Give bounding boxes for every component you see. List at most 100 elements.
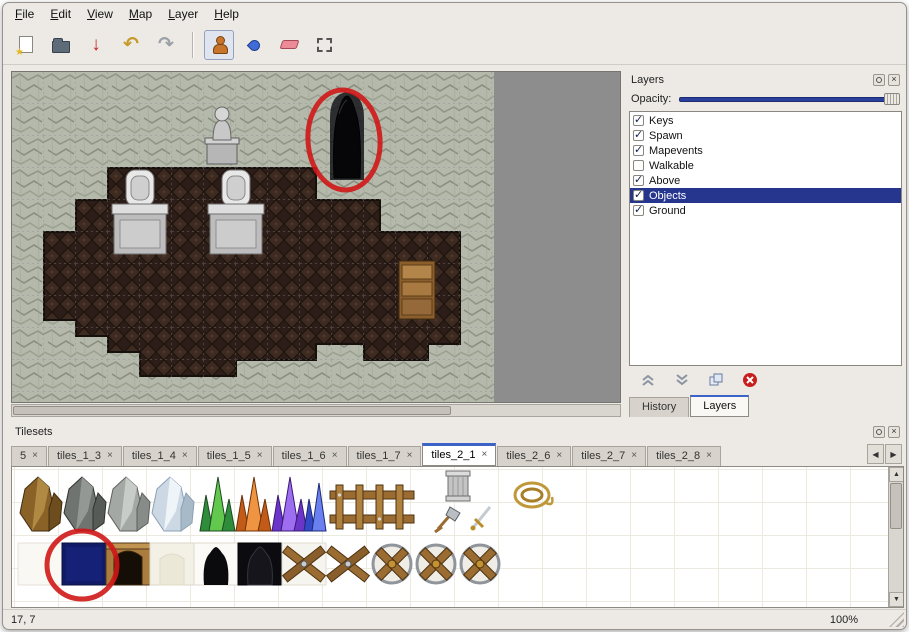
tile-shovel[interactable]	[435, 507, 460, 532]
scroll-tabs-right-button[interactable]: ▶	[885, 444, 902, 464]
move-layer-up-button[interactable]	[637, 371, 659, 389]
chevron-down-icon	[674, 373, 690, 387]
zoom-level: 100%	[830, 614, 858, 626]
opacity-slider[interactable]	[679, 92, 900, 106]
tileset-tab[interactable]: tiles_1_7×	[348, 446, 422, 466]
layer-row-mapevents[interactable]: Mapevents	[630, 143, 901, 158]
tileset-canvas[interactable]	[14, 469, 880, 603]
tile-gray-rock[interactable]	[64, 477, 106, 531]
tileset-vertical-scrollbar[interactable]: ▲ ▼	[888, 467, 903, 607]
tile-dark-blue-selected[interactable]	[62, 543, 106, 585]
map-view[interactable]	[11, 71, 621, 403]
menu-help[interactable]: Help	[206, 4, 247, 24]
tile-wooden-track[interactable]	[330, 485, 414, 529]
select-tool-button[interactable]	[309, 30, 339, 60]
scroll-up-button[interactable]: ▲	[889, 467, 904, 482]
tile-wheel[interactable]	[417, 545, 455, 583]
close-tab-icon[interactable]: ×	[32, 451, 38, 461]
tile-hooded-figure[interactable]	[194, 543, 238, 585]
layer-checkbox[interactable]	[633, 115, 644, 126]
tile-dark-hooded[interactable]	[238, 543, 282, 585]
layer-checkbox[interactable]	[633, 190, 644, 201]
layer-row-ground[interactable]: Ground	[630, 203, 901, 218]
tileset-tab[interactable]: tiles_2_7×	[572, 446, 646, 466]
menu-layer[interactable]: Layer	[160, 4, 206, 24]
tile-sword[interactable]	[471, 507, 491, 531]
close-panel-button[interactable]: ×	[888, 426, 900, 438]
layer-row-keys[interactable]: Keys	[630, 113, 901, 128]
stamp-tool-button[interactable]	[204, 30, 234, 60]
close-tab-icon[interactable]: ×	[556, 451, 562, 461]
menu-map[interactable]: Map	[121, 4, 160, 24]
open-button[interactable]	[46, 30, 76, 60]
close-tab-icon[interactable]: ×	[706, 451, 712, 461]
tile-cross-track[interactable]	[282, 543, 326, 585]
tileset-tab[interactable]: tiles_1_6×	[273, 446, 347, 466]
layer-row-above[interactable]: Above	[630, 173, 901, 188]
menu-file[interactable]: File	[7, 4, 42, 24]
tile-pale-arch[interactable]	[150, 543, 194, 585]
tile-cross-track[interactable]	[327, 546, 370, 582]
tile-silver-rock[interactable]	[108, 477, 150, 531]
layer-row-walkable[interactable]: Walkable	[630, 158, 901, 173]
close-tab-icon[interactable]: ×	[407, 451, 413, 461]
save-button[interactable]: ↓	[81, 30, 111, 60]
layer-checkbox[interactable]	[633, 160, 644, 171]
cloaked-figure-object[interactable]	[330, 92, 364, 180]
menu-view[interactable]: View	[79, 4, 121, 24]
tile-orange-crystal[interactable]	[236, 477, 271, 531]
float-panel-button[interactable]	[873, 74, 885, 86]
tileset-tab[interactable]: tiles_1_4×	[123, 446, 197, 466]
move-layer-down-button[interactable]	[671, 371, 693, 389]
map-canvas[interactable]	[12, 72, 494, 403]
close-tab-icon[interactable]: ×	[182, 451, 188, 461]
layer-row-objects[interactable]: Objects	[630, 188, 901, 203]
map-horizontal-scrollbar[interactable]	[11, 404, 621, 417]
tile-blue-crystal[interactable]	[304, 483, 326, 531]
tab-layers[interactable]: Layers	[690, 395, 749, 417]
scroll-tabs-left-button[interactable]: ◀	[867, 444, 884, 464]
layer-checkbox[interactable]	[633, 205, 644, 216]
layer-row-spawn[interactable]: Spawn	[630, 128, 901, 143]
delete-layer-button[interactable]	[739, 371, 761, 389]
close-tab-icon[interactable]: ×	[332, 451, 338, 461]
cabinet-object[interactable]	[399, 261, 435, 319]
tile-green-crystal[interactable]	[200, 477, 235, 531]
new-button[interactable]	[11, 30, 41, 60]
float-panel-button[interactable]	[873, 426, 885, 438]
close-tab-icon[interactable]: ×	[631, 451, 637, 461]
tile-wheel[interactable]	[461, 545, 499, 583]
tile-ice-rock[interactable]	[152, 477, 194, 531]
tileset-vscroll-thumb[interactable]	[890, 483, 902, 529]
layer-checkbox[interactable]	[633, 145, 644, 156]
tab-history[interactable]: History	[629, 397, 689, 417]
scroll-down-button[interactable]: ▼	[889, 592, 904, 607]
close-tab-icon[interactable]: ×	[257, 451, 263, 461]
layer-checkbox[interactable]	[633, 175, 644, 186]
tile-pale[interactable]	[18, 543, 62, 585]
close-tab-icon[interactable]: ×	[107, 451, 113, 461]
redo-button[interactable]: ↷	[151, 30, 181, 60]
menu-edit[interactable]: Edit	[42, 4, 79, 24]
tileset-tab[interactable]: 5×	[11, 446, 47, 466]
tile-wheel[interactable]	[373, 545, 411, 583]
tile-rope-coil[interactable]	[515, 483, 552, 507]
tile-brown-rock[interactable]	[20, 477, 62, 531]
opacity-slider-handle[interactable]	[884, 93, 900, 105]
close-panel-button[interactable]: ×	[888, 74, 900, 86]
fill-tool-button[interactable]	[239, 30, 269, 60]
duplicate-layer-button[interactable]	[705, 371, 727, 389]
tileset-view[interactable]: ▲ ▼	[11, 466, 904, 608]
tileset-tab[interactable]: tiles_2_6×	[497, 446, 571, 466]
tile-stone-column[interactable]	[446, 471, 470, 501]
tileset-tab[interactable]: tiles_1_3×	[48, 446, 122, 466]
eraser-tool-button[interactable]	[274, 30, 304, 60]
tileset-tab[interactable]: tiles_2_8×	[647, 446, 721, 466]
close-tab-icon[interactable]: ×	[481, 450, 487, 460]
map-hscroll-thumb[interactable]	[13, 406, 451, 415]
tileset-tab-active[interactable]: tiles_2_1×	[422, 443, 496, 466]
undo-button[interactable]: ↶	[116, 30, 146, 60]
tileset-tab[interactable]: tiles_1_5×	[198, 446, 272, 466]
layer-checkbox[interactable]	[633, 130, 644, 141]
tile-purple-crystal[interactable]	[272, 477, 307, 531]
